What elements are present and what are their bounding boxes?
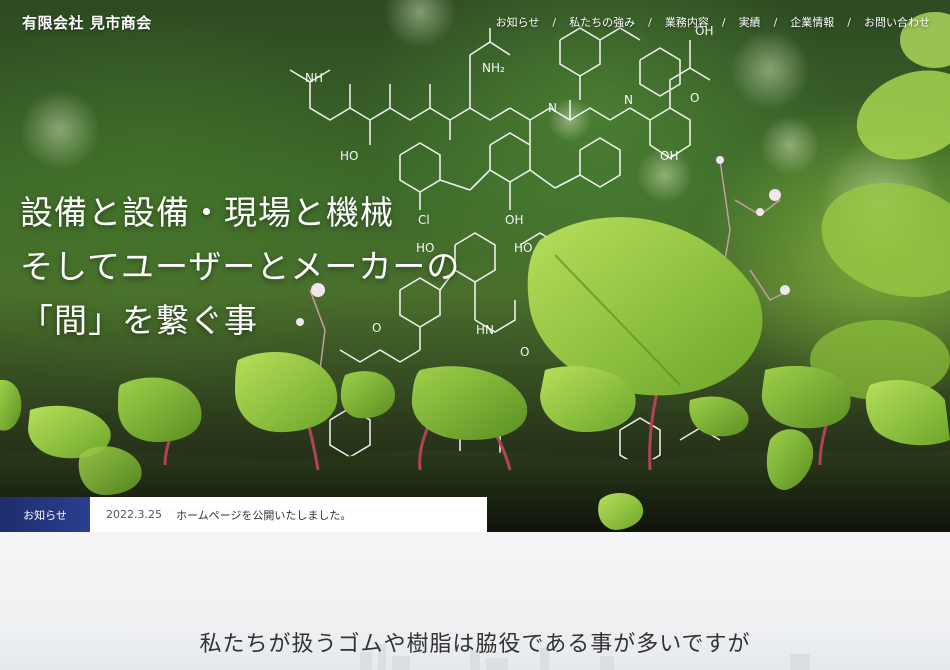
nav-separator: /	[847, 15, 851, 29]
molecule-label: NH	[305, 71, 323, 85]
nav-separator: /	[648, 15, 652, 29]
molecule-label: O	[690, 91, 699, 105]
news-label[interactable]: お知らせ	[0, 497, 90, 532]
nav-news[interactable]: お知らせ	[496, 14, 540, 30]
intro-heading: 私たちが扱うゴムや樹脂は脇役である事が多いですが	[199, 632, 751, 657]
news-text: ホームページを公開いたしました。	[175, 508, 352, 522]
news-date: 2022.3.25	[106, 508, 162, 521]
nav-services[interactable]: 業務内容	[665, 14, 709, 30]
molecule-label: OH	[505, 213, 523, 227]
nav-separator: /	[721, 15, 726, 29]
hero-headline-line-2: そしてユーザーとメーカーの	[20, 247, 461, 286]
company-logo[interactable]: 有限会社 見市商会	[22, 12, 152, 33]
hero-headline-line-3: 「間」を繋ぐ事	[20, 301, 258, 340]
nav-company[interactable]: 企業情報	[790, 14, 834, 30]
news-item[interactable]: 2022.3.25 ホームページを公開いたしました。	[90, 497, 487, 532]
molecule-label: NH₂	[482, 61, 505, 75]
nav-strengths[interactable]: 私たちの強み	[569, 14, 635, 30]
molecule-label: N	[624, 93, 633, 107]
site-header: 有限会社 見市商会 お知らせ / 私たちの強み / 業務内容 / 実績 / 企業…	[0, 0, 950, 44]
global-nav: お知らせ / 私たちの強み / 業務内容 / 実績 / 企業情報 / お問い合わ…	[496, 14, 930, 30]
nav-separator: /	[773, 15, 778, 29]
hero-headline: 設備と設備・現場と機械 そしてユーザーとメーカーの 「間」を繋ぐ事	[20, 186, 460, 348]
intro-section: 私たちが扱うゴムや樹脂は脇役である事が多いですが	[0, 532, 950, 670]
nav-results[interactable]: 実績	[739, 14, 761, 30]
hero-section: NH NH₂ HO OH OH Cl OH HO HO HN N N O O O	[0, 0, 950, 532]
nav-separator: /	[552, 15, 557, 29]
molecule-label: HN	[476, 323, 494, 337]
nav-contact[interactable]: お問い合わせ	[864, 14, 930, 30]
molecule-label: HO	[514, 241, 532, 255]
molecule-label: N	[548, 101, 557, 115]
molecule-label: OH	[660, 149, 678, 163]
molecule-label: O	[520, 345, 529, 359]
hero-headline-line-1: 設備と設備・現場と機械	[20, 193, 394, 232]
molecule-label: HO	[340, 149, 358, 163]
news-ticker: お知らせ 2022.3.25 ホームページを公開いたしました。	[0, 497, 487, 532]
